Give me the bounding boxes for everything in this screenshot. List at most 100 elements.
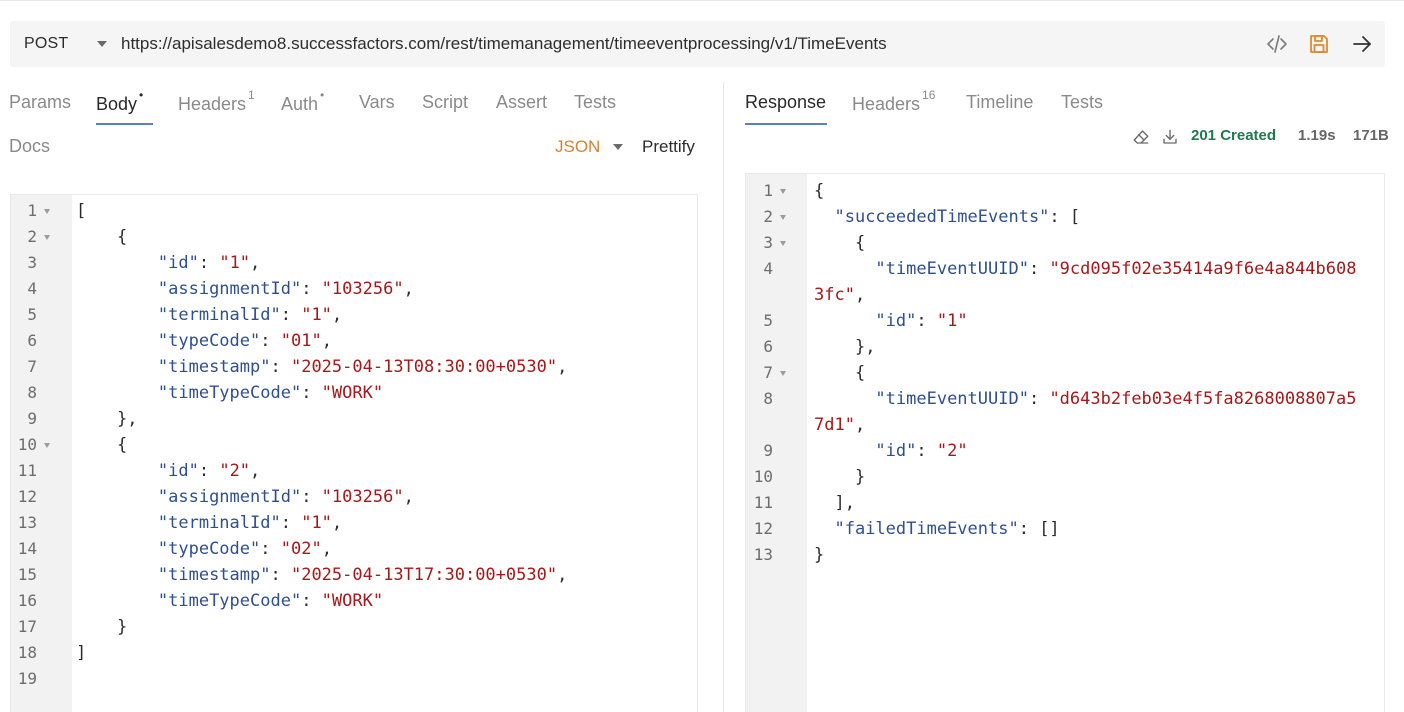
tab-vars[interactable]: Vars bbox=[359, 92, 395, 113]
tab-response-tests[interactable]: Tests bbox=[1061, 92, 1103, 113]
tab-label: Docs bbox=[9, 136, 51, 156]
tab-label: Auth bbox=[281, 94, 319, 114]
json-punctuation: : bbox=[280, 305, 302, 325]
fold-toggle-icon[interactable] bbox=[780, 241, 786, 246]
json-string: 3fc" bbox=[814, 285, 855, 305]
tab-label: Body bbox=[96, 94, 138, 114]
json-string: "2" bbox=[219, 461, 251, 481]
tab-body[interactable]: Body • bbox=[96, 88, 143, 115]
json-punctuation: } bbox=[814, 545, 825, 565]
code-line: { bbox=[76, 432, 127, 458]
json-punctuation: ], bbox=[834, 493, 855, 513]
json-key: "terminalId" bbox=[157, 305, 281, 325]
json-punctuation: : bbox=[301, 383, 322, 403]
json-string: "01" bbox=[280, 331, 322, 351]
json-key: "typeCode" bbox=[157, 331, 261, 351]
status-badge: 201 Created bbox=[1191, 127, 1277, 144]
line-number: 18 bbox=[17, 643, 37, 662]
code-line: "timestamp": "2025-04-13T17:30:00+0530", bbox=[76, 562, 567, 588]
json-punctuation: , bbox=[331, 513, 343, 533]
json-key: "timestamp" bbox=[157, 565, 271, 585]
json-punctuation: : bbox=[198, 461, 220, 481]
tab-params[interactable]: Params bbox=[9, 92, 71, 113]
prettify-button[interactable]: Prettify bbox=[642, 137, 695, 157]
code-line: ] bbox=[76, 640, 86, 666]
chevron-down-icon[interactable] bbox=[97, 41, 107, 47]
line-number: 3 bbox=[27, 253, 37, 272]
line-number: 9 bbox=[763, 441, 773, 460]
arrow-right-icon[interactable] bbox=[1350, 32, 1374, 56]
download-icon[interactable] bbox=[1160, 127, 1180, 147]
fold-toggle-icon[interactable] bbox=[780, 215, 786, 220]
tab-label: Timeline bbox=[966, 92, 1034, 112]
fold-toggle-icon[interactable] bbox=[44, 235, 50, 240]
code-line: { bbox=[814, 178, 824, 204]
code-line: "terminalId": "1", bbox=[76, 302, 342, 328]
active-tab-indicator bbox=[96, 123, 153, 125]
fold-toggle-icon[interactable] bbox=[780, 189, 786, 194]
code-line: { bbox=[76, 224, 127, 250]
line-number: 12 bbox=[753, 519, 773, 538]
json-punctuation: , bbox=[403, 279, 414, 299]
json-string: "1" bbox=[219, 253, 251, 273]
pane-divider[interactable] bbox=[723, 82, 724, 712]
active-tab-indicator bbox=[745, 123, 827, 125]
fold-toggle-icon[interactable] bbox=[44, 443, 50, 448]
tab-label: Tests bbox=[574, 92, 617, 112]
json-key: "terminalId" bbox=[157, 513, 281, 533]
line-number: 7 bbox=[27, 357, 37, 376]
json-key: "id" bbox=[875, 311, 917, 331]
tab-script[interactable]: Script bbox=[422, 92, 468, 113]
tab-auth[interactable]: Auth • bbox=[281, 88, 324, 115]
json-punctuation: : bbox=[270, 565, 291, 585]
code-line: "id": "2" bbox=[814, 438, 967, 464]
json-punctuation: , bbox=[557, 357, 568, 377]
json-key: "failedTimeEvents" bbox=[834, 519, 1019, 539]
json-punctuation: ] bbox=[76, 643, 87, 663]
code-line: } bbox=[814, 464, 865, 490]
request-body-editor[interactable]: 1 [2 {3 "id": "1", 4 "assignmentId": "1032… bbox=[10, 194, 698, 712]
tab-headers[interactable]: Headers 1 bbox=[178, 88, 255, 115]
code-line: }, bbox=[814, 334, 875, 360]
json-string: "2025-04-13T17:30:00+0530" bbox=[290, 565, 558, 585]
fold-toggle-icon[interactable] bbox=[780, 371, 786, 376]
code-line: "failedTimeEvents": [] bbox=[814, 516, 1059, 542]
response-body-viewer[interactable]: 1 {2 "succeededTimeEvents": [3 {4 "timeEv… bbox=[745, 173, 1385, 712]
json-key: "timeEventUUID" bbox=[875, 389, 1029, 409]
tab-docs[interactable]: Docs bbox=[9, 136, 50, 157]
json-string: "1" bbox=[936, 311, 968, 331]
headers-count-badge: 16 bbox=[922, 88, 936, 102]
json-punctuation: : bbox=[260, 331, 281, 351]
line-number bbox=[746, 412, 773, 438]
code-line: { bbox=[814, 230, 865, 256]
json-punctuation: , bbox=[403, 487, 414, 507]
line-number: 16 bbox=[17, 591, 37, 610]
json-key: "timeTypeCode" bbox=[157, 591, 302, 611]
json-string: "02" bbox=[280, 539, 322, 559]
tab-response[interactable]: Response bbox=[745, 92, 826, 113]
method-select[interactable]: POST bbox=[24, 35, 68, 53]
tab-label: Params bbox=[9, 92, 72, 112]
line-number: 6 bbox=[763, 337, 773, 356]
line-number: 11 bbox=[17, 461, 37, 480]
url-input[interactable]: https://apisalesdemo8.successfactors.com… bbox=[121, 34, 887, 54]
json-punctuation: }, bbox=[116, 409, 138, 429]
tab-label: Assert bbox=[496, 92, 548, 112]
fold-toggle-icon[interactable] bbox=[44, 209, 50, 214]
code-line: 7d1", bbox=[814, 412, 865, 438]
code-brackets-icon[interactable] bbox=[1265, 32, 1289, 56]
tab-assert[interactable]: Assert bbox=[496, 92, 547, 113]
eraser-icon[interactable] bbox=[1131, 127, 1151, 147]
tab-timeline[interactable]: Timeline bbox=[966, 92, 1033, 113]
json-key: "assignmentId" bbox=[157, 279, 302, 299]
save-disk-icon[interactable] bbox=[1307, 32, 1331, 56]
chevron-down-icon[interactable] bbox=[613, 144, 623, 150]
tab-response-headers[interactable]: Headers 16 bbox=[852, 88, 935, 115]
line-number: 15 bbox=[17, 565, 37, 584]
tab-label: Tests bbox=[1061, 92, 1104, 112]
json-key: "timeTypeCode" bbox=[157, 383, 302, 403]
line-number: 13 bbox=[17, 513, 37, 532]
body-mode-select[interactable]: JSON bbox=[555, 137, 600, 157]
json-punctuation: { bbox=[854, 363, 866, 383]
tab-tests[interactable]: Tests bbox=[574, 92, 616, 113]
